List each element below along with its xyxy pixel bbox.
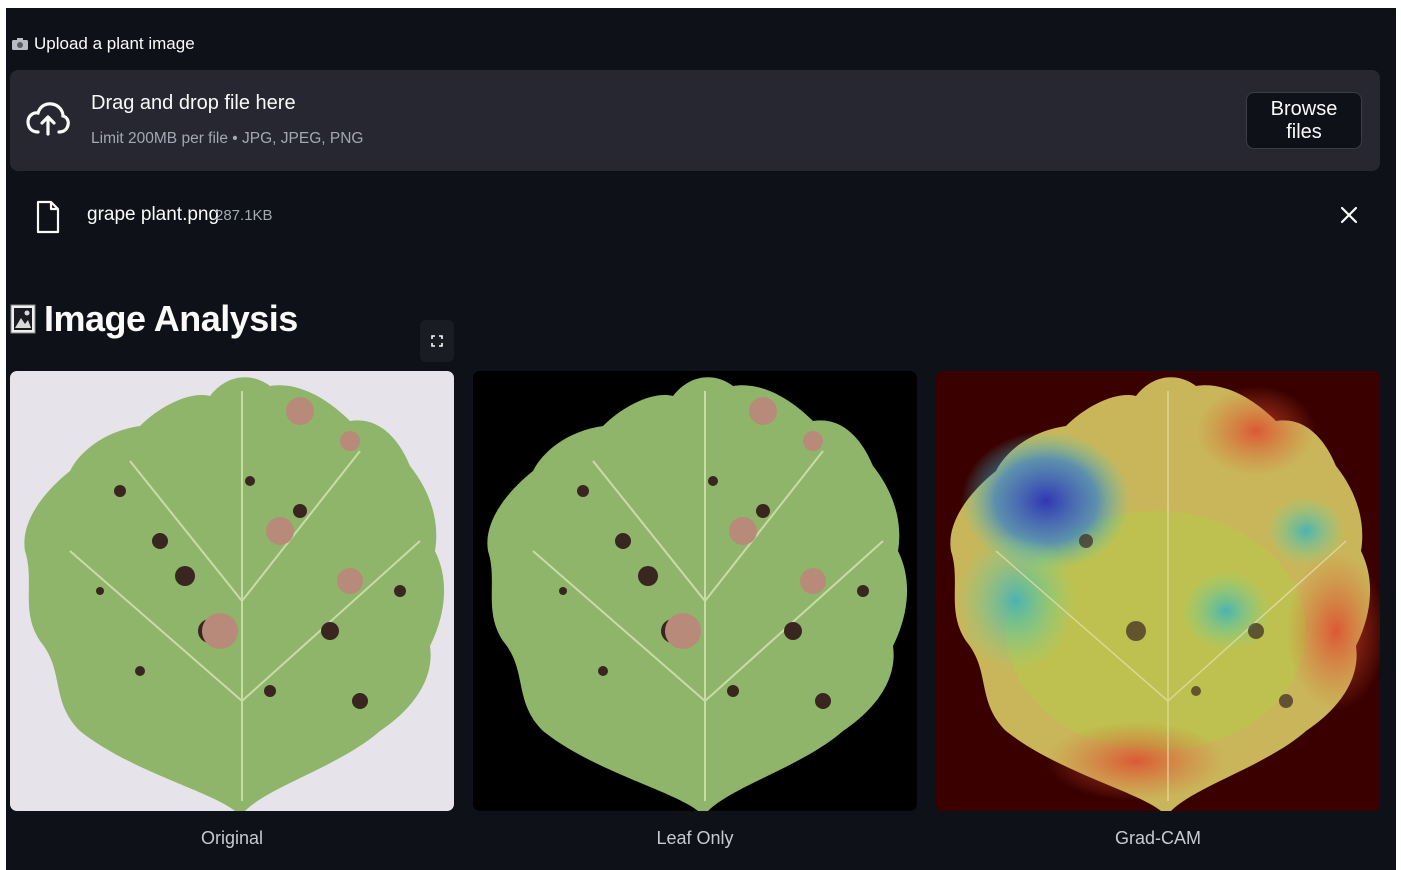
section-title: Image Analysis [10, 298, 298, 340]
framed-picture-icon [10, 304, 36, 334]
uploader-label-text: Upload a plant image [34, 34, 195, 53]
uploader-label: Upload a plant image [12, 34, 195, 54]
image-caption: Original [200, 828, 264, 848]
close-icon[interactable] [1340, 206, 1358, 224]
leaf-only-image [473, 371, 917, 811]
browse-files-button[interactable]: Browse files [1246, 92, 1362, 149]
cloud-upload-icon [26, 102, 70, 136]
uploaded-file-row: grape plant.png 287.1KB [10, 194, 1380, 244]
gradcam-image [936, 371, 1380, 811]
fullscreen-button[interactable] [420, 320, 454, 362]
camera-icon [12, 38, 28, 50]
dropzone-subtitle: Limit 200MB per file • JPG, JPEG, PNG [91, 130, 364, 147]
original-image [10, 371, 454, 811]
image-caption: Leaf Only [656, 828, 734, 848]
dropzone-title: Drag and drop file here [91, 92, 296, 114]
uploaded-file-name: grape plant.png [87, 204, 220, 225]
file-dropzone[interactable]: Drag and drop file here Limit 200MB per … [10, 70, 1380, 171]
fullscreen-icon [431, 335, 443, 347]
image-caption: Grad-CAM [1114, 828, 1201, 848]
file-icon [36, 200, 60, 234]
uploaded-file-size: 287.1KB [215, 207, 273, 224]
app-main: Upload a plant image Drag and drop file … [6, 8, 1396, 870]
section-title-text: Image Analysis [44, 298, 298, 339]
